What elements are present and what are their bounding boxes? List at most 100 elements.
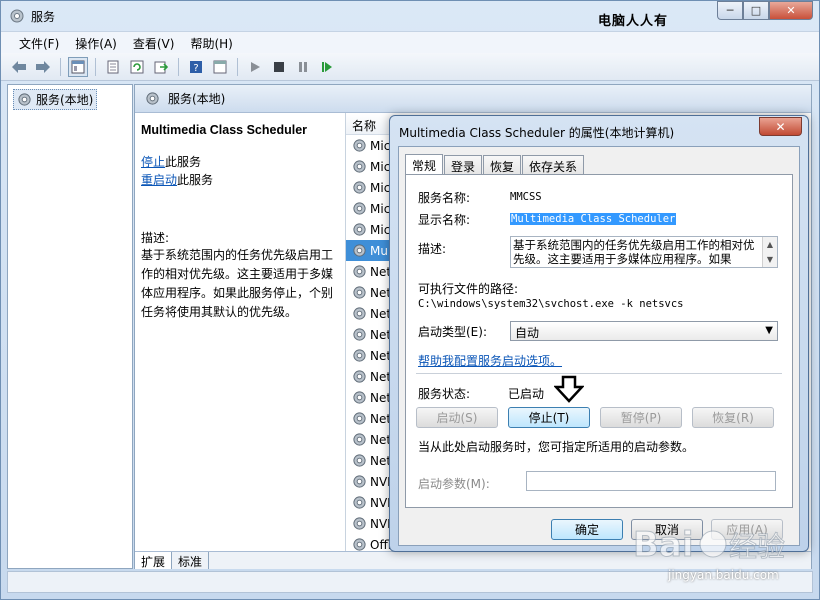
service-row-label: Mic (370, 180, 391, 195)
general-tab-panel: 服务名称: MMCSS 显示名称: Multimedia Class Sched… (405, 174, 793, 508)
gear-icon (353, 391, 366, 404)
restart-service-suffix: 此服务 (177, 173, 214, 187)
services-app-icon (10, 9, 24, 23)
menu-bar: 文件(F) 操作(A) 查看(V) 帮助(H) (1, 31, 819, 53)
service-row-label: NVI (370, 516, 391, 531)
service-row-label: Net (370, 453, 392, 468)
service-row-label: Net (370, 327, 392, 342)
stop-icon[interactable] (269, 57, 289, 77)
stop-service-link[interactable]: 停止 (141, 155, 165, 169)
dialog-tabs: 常规 登录 恢复 依存关系 (405, 154, 585, 175)
pause-icon[interactable] (293, 57, 313, 77)
service-row-label: Offl (370, 537, 392, 552)
menu-file[interactable]: 文件(F) (11, 32, 67, 53)
gear-icon (353, 244, 366, 257)
description-label: 描述: (141, 231, 170, 245)
gear-icon (353, 349, 366, 362)
service-row-label: Mic (370, 201, 391, 216)
play-icon[interactable] (245, 57, 265, 77)
service-row-label: Net (370, 369, 392, 384)
gear-icon (353, 433, 366, 446)
service-name-value: MMCSS (510, 191, 542, 203)
help-icon[interactable]: ? (186, 57, 206, 77)
start-params-hint: 当从此处启动服务时，您可指定所适用的启动参数。 (418, 440, 695, 454)
properties-icon[interactable] (103, 57, 123, 77)
tab-logon[interactable]: 登录 (444, 155, 483, 175)
service-row-label: Mic (370, 138, 391, 153)
start-button[interactable]: 启动(S) (416, 407, 498, 428)
display-name-field[interactable]: Multimedia Class Scheduler (510, 213, 677, 225)
restart-icon[interactable] (317, 57, 337, 77)
down-arrow-marker-icon (554, 375, 584, 403)
console-tree: 服务(本地) (7, 84, 133, 569)
service-row-label: Net (370, 390, 392, 405)
service-row-label: Net (370, 432, 392, 447)
gear-icon (353, 454, 366, 467)
dialog-close-button[interactable]: ✕ (759, 117, 802, 136)
back-arrow-icon[interactable] (9, 57, 29, 77)
gear-icon (353, 538, 366, 551)
minimize-button[interactable]: ─ (717, 1, 743, 20)
close-button[interactable]: ✕ (769, 1, 813, 20)
service-description-panel: Multimedia Class Scheduler 停止此服务 重启动此服务 … (135, 113, 343, 551)
description-value: 基于系统范围内的任务优先级启用工作的相对优先级。这主要适用于多媒体应用程序。如果 (513, 238, 755, 266)
service-status-value: 已启动 (508, 387, 545, 401)
service-row-label: Net (370, 411, 392, 426)
export-icon[interactable] (151, 57, 171, 77)
gear-icon (353, 181, 366, 194)
menu-help[interactable]: 帮助(H) (182, 32, 240, 53)
tree-item-label: 服务(本地) (36, 93, 94, 107)
tab-standard[interactable]: 标准 (172, 552, 210, 569)
baidu-logo-watermark: Bai 经验 (633, 525, 786, 566)
gear-icon (353, 160, 366, 173)
console-tree-icon[interactable] (68, 56, 88, 77)
tab-dependencies[interactable]: 依存关系 (522, 155, 585, 175)
gear-icon (353, 202, 366, 215)
svg-text:?: ? (193, 63, 198, 74)
watermark-text: 电脑人人有 (598, 14, 669, 29)
start-params-label: 启动参数(M): (418, 477, 490, 491)
maximize-button[interactable]: □ (743, 1, 769, 20)
restart-service-link[interactable]: 重启动 (141, 173, 177, 187)
description-label: 描述: (418, 242, 447, 256)
tab-extended[interactable]: 扩展 (135, 552, 173, 569)
tab-general[interactable]: 常规 (405, 154, 444, 175)
service-row-label: NVI (370, 474, 391, 489)
gear-icon (353, 496, 366, 509)
tab-recovery[interactable]: 恢复 (483, 155, 522, 175)
chevron-down-icon: ▼ (765, 325, 773, 336)
dialog-body: 常规 登录 恢复 依存关系 服务名称: MMCSS 显示名称: Multimed… (398, 146, 800, 546)
ok-button[interactable]: 确定 (551, 519, 623, 540)
window-title: 服务 (31, 10, 56, 24)
refresh-icon[interactable] (127, 57, 147, 77)
stop-button[interactable]: 停止(T) (508, 407, 590, 428)
startup-type-value: 自动 (515, 326, 540, 340)
title-bar: 服务 电脑人人有 ─ □ ✕ (1, 1, 819, 31)
service-status-label: 服务状态: (418, 387, 471, 401)
help-configure-link[interactable]: 帮助我配置服务启动选项。 (418, 352, 562, 369)
resume-button[interactable]: 恢复(R) (692, 407, 774, 428)
display-name-label: 显示名称: (418, 213, 471, 227)
gear-icon (353, 139, 366, 152)
dialog-title: Multimedia Class Scheduler 的属性(本地计算机) (399, 126, 675, 140)
tree-item-services-local[interactable]: 服务(本地) (13, 89, 98, 110)
scroll-down-icon[interactable]: ▼ (763, 252, 777, 267)
start-params-input[interactable] (526, 471, 776, 491)
gear-icon (353, 475, 366, 488)
description-box[interactable]: 基于系统范围内的任务优先级启用工作的相对优先级。这主要适用于多媒体应用程序。如果… (510, 236, 778, 268)
console-icon[interactable] (210, 57, 230, 77)
service-row-label: NVI (370, 495, 391, 510)
service-name-label: 服务名称: (418, 191, 471, 205)
stop-service-suffix: 此服务 (165, 155, 202, 169)
description-scrollbar[interactable]: ▲ ▼ (762, 237, 777, 267)
svg-text:Bai: Bai (633, 525, 694, 565)
pause-button[interactable]: 暂停(P) (600, 407, 682, 428)
startup-type-select[interactable]: 自动 ▼ (510, 321, 778, 341)
gear-icon (353, 223, 366, 236)
scroll-up-icon[interactable]: ▲ (763, 237, 777, 252)
toolbar: ? (1, 53, 819, 81)
forward-arrow-icon[interactable] (33, 57, 53, 77)
menu-action[interactable]: 操作(A) (67, 32, 125, 53)
path-value: C:\windows\system32\svchost.exe -k netsv… (418, 298, 684, 310)
menu-view[interactable]: 查看(V) (125, 32, 183, 53)
